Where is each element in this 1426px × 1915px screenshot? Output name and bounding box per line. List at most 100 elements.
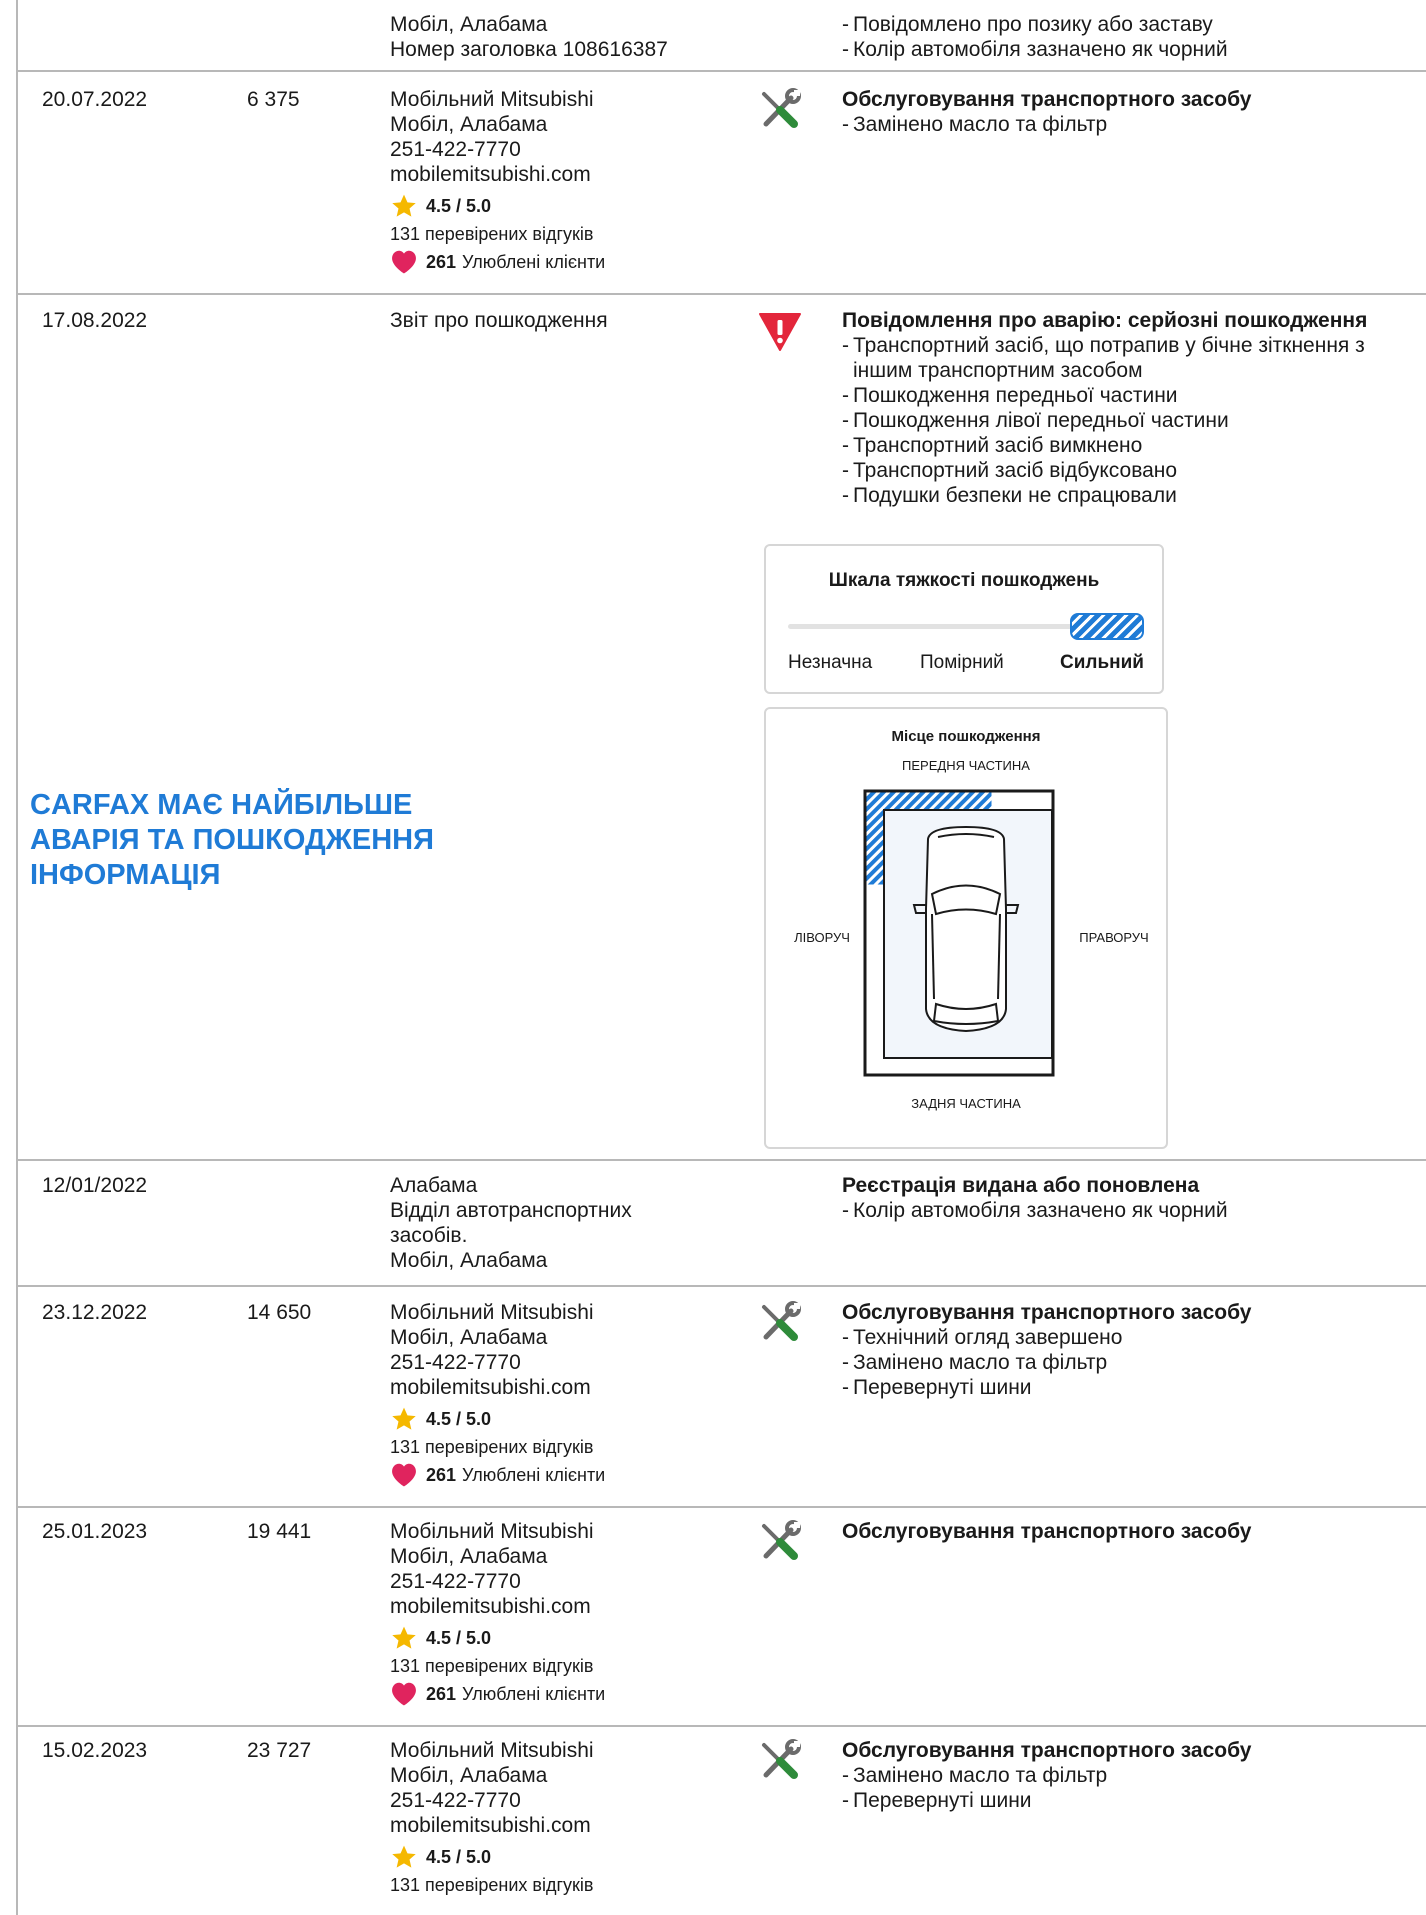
label-left: ЛІВОРУЧ: [794, 930, 850, 945]
row-comments: Обслуговування транспортного засобу: [842, 1519, 1422, 1544]
severity-indicator: [1070, 613, 1144, 640]
rating-value: 4.5 / 5.0: [426, 196, 492, 216]
comment-item: - Транспортний засіб відбуксовано: [842, 459, 1178, 482]
source-line: Номер заголовка 108616387: [390, 38, 668, 61]
row-source: Мобільний Mitsubishi Мобіл, Алабама 251-…: [390, 87, 690, 274]
row-odometer: 23 727: [247, 1739, 312, 1762]
row-source: Мобільний Mitsubishi Мобіл, Алабама 251-…: [390, 1738, 690, 1896]
row-date: 15.02.2023: [42, 1739, 148, 1762]
source-line: Відділ автотранспортних засобів.: [390, 1199, 632, 1247]
source-link[interactable]: mobilemitsubishi.com: [390, 1375, 690, 1400]
row-date: 23.12.2022: [42, 1301, 148, 1324]
favorites-count: 261: [426, 1464, 457, 1485]
comment-title: Обслуговування транспортного засобу: [842, 1520, 1252, 1543]
row-comments: Повідомлення про аварію: серйозні пошкод…: [842, 308, 1422, 508]
damage-zone-front: [866, 792, 992, 811]
rating: 4.5 / 5.0: [390, 1844, 690, 1870]
row-comments: Реєстрація видана або поновлена - Колір а…: [842, 1173, 1422, 1223]
carfax-promo: CARFAX МАЄ НАЙБІЛЬШЕ АВАРІЯ ТА ПОШКОДЖЕН…: [30, 789, 434, 891]
rating: 4.5 / 5.0: [390, 193, 690, 219]
damage-title: Місце пошкодження: [892, 728, 1041, 745]
favorites-label: Улюблені клієнти: [462, 251, 606, 272]
damage-location-panel: Місце пошкодження ПЕРЕДНЯ ЧАСТИНА ЗАДНЯ …: [764, 707, 1168, 1149]
row-divider: [18, 70, 1426, 72]
favorites: 261 Улюблені клієнти: [390, 1681, 690, 1706]
source-line: Мобіл, Алабама: [390, 113, 548, 136]
comment-item: - Технічний огляд завершено: [842, 1326, 1123, 1349]
comment-item: - Замінено масло та фільтр: [842, 113, 1108, 136]
comment-item: - Замінено масло та фільтр: [842, 1351, 1108, 1374]
comment-title: Обслуговування транспортного засобу: [842, 1301, 1252, 1324]
row-source: Мобільний Mitsubishi Мобіл, Алабама 251-…: [390, 1300, 690, 1487]
wrench-screwdriver-icon: [762, 1301, 801, 1341]
favorites-label: Улюблені клієнти: [462, 1683, 606, 1704]
comment-item: - Замінено масло та фільтр: [842, 1764, 1108, 1787]
source-line: Мобіл, Алабама: [390, 1545, 548, 1568]
row-divider: [18, 1506, 1426, 1508]
severity-label-severe: Сильний: [1060, 652, 1144, 673]
source-line: Мобіл, Алабама: [390, 1249, 548, 1272]
reviews-count[interactable]: 131 перевірених відгуків: [390, 1436, 690, 1458]
row-odometer: 19 441: [247, 1520, 312, 1543]
row-date: 17.08.2022: [42, 309, 148, 332]
rating-value: 4.5 / 5.0: [426, 1628, 492, 1648]
source-line: Мобіл, Алабама: [390, 13, 548, 36]
row-source: Мобільний Mitsubishi Мобіл, Алабама 251-…: [390, 1519, 690, 1706]
comment-item: - Перевернуті шини: [842, 1789, 1032, 1812]
source-line: Мобіл, Алабама: [390, 1764, 548, 1787]
source-line: Мобільний Mitsubishi: [390, 1301, 594, 1324]
label-right: ПРАВОРУЧ: [1079, 930, 1148, 945]
source-link[interactable]: mobilemitsubishi.com: [390, 1594, 690, 1619]
severity-title: Шкала тяжкості пошкоджень: [828, 570, 1100, 591]
comment-title: Повідомлення про аварію: серйозні пошкод…: [842, 309, 1368, 332]
source-link[interactable]: mobilemitsubishi.com: [390, 162, 690, 187]
row-source: Алабама Відділ автотранспортних засобів.…: [390, 1173, 690, 1273]
row-divider: [18, 1159, 1426, 1161]
rating: 4.5 / 5.0: [390, 1625, 690, 1651]
heart-icon: [392, 1463, 416, 1487]
comment-title: Реєстрація видана або поновлена: [842, 1174, 1200, 1197]
source-line: Мобільний Mitsubishi: [390, 88, 594, 111]
source-line: Мобільний Mitsubishi: [390, 1520, 594, 1543]
reviews-count[interactable]: 131 перевірених відгуків: [390, 223, 690, 245]
comment-item: - Перевернуті шини: [842, 1376, 1032, 1399]
comment-title: Обслуговування транспортного засобу: [842, 1739, 1252, 1762]
row-date: 12/01/2022: [42, 1174, 148, 1197]
left-border: [16, 0, 18, 1915]
heart-icon: [392, 250, 416, 274]
row-divider: [18, 1285, 1426, 1287]
favorites-count: 261: [426, 251, 457, 272]
wrench-screwdriver-icon: [762, 1739, 801, 1779]
label-front: ПЕРЕДНЯ ЧАСТИНА: [902, 758, 1030, 773]
row-comments: Обслуговування транспортного засобу - Тех…: [842, 1300, 1422, 1400]
source-line: Алабама: [390, 1174, 478, 1197]
star-icon: [392, 1407, 416, 1430]
star-icon: [392, 194, 416, 217]
label-rear: ЗАДНЯ ЧАСТИНА: [911, 1096, 1021, 1111]
comment-item: - Транспортний засіб вимкнено: [842, 434, 1143, 457]
rating: 4.5 / 5.0: [390, 1406, 690, 1432]
source-link[interactable]: mobilemitsubishi.com: [390, 1813, 690, 1838]
favorites-count: 261: [426, 1683, 457, 1704]
comment-title: Обслуговування транспортного засобу: [842, 88, 1252, 111]
comment-item: - Пошкодження лівої передньої частини: [842, 409, 1229, 432]
row-date: 20.07.2022: [42, 88, 148, 111]
comment-item: - Пошкодження передньої частини: [842, 384, 1178, 407]
row-comments: - Повідомлено про позику або заставу - Кол…: [842, 12, 1422, 62]
source-line: 251-422-7770: [390, 1351, 521, 1374]
severity-label-minor: Незначна: [788, 652, 873, 673]
source-line: Звіт про пошкодження: [390, 309, 608, 332]
rating-value: 4.5 / 5.0: [426, 1409, 492, 1429]
severity-scale: Шкала тяжкості пошкоджень Незначна Помір…: [764, 544, 1164, 694]
source-line: Мобіл, Алабама: [390, 1326, 548, 1349]
heart-icon: [392, 1682, 416, 1706]
row-odometer: 14 650: [247, 1301, 312, 1324]
row-odometer: 6 375: [247, 88, 300, 111]
reviews-count[interactable]: 131 перевірених відгуків: [390, 1874, 690, 1896]
row-comments: Обслуговування транспортного засобу - Зам…: [842, 87, 1422, 137]
reviews-count[interactable]: 131 перевірених відгуків: [390, 1655, 690, 1677]
row-comments: Обслуговування транспортного засобу - Зам…: [842, 1738, 1422, 1813]
row-date: 25.01.2023: [42, 1520, 148, 1543]
warning-icon: [759, 313, 801, 351]
rating-value: 4.5 / 5.0: [426, 1847, 492, 1867]
